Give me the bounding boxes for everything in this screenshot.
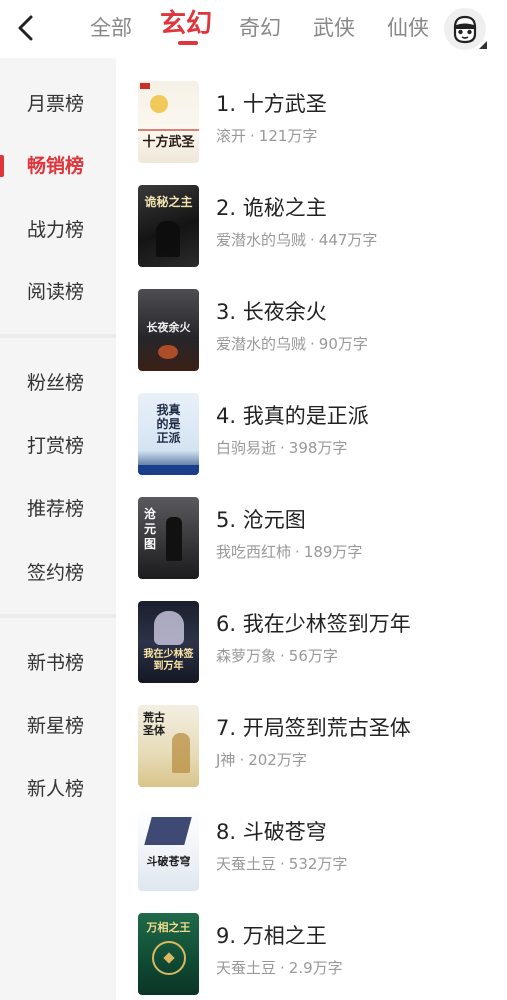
book-title: 4. 我真的是正派 [216,404,369,428]
book-word-count: 447万字 [318,231,378,249]
cover-title-text: 荒古圣体 [143,711,165,737]
book-cover: 荒古圣体 [138,705,199,787]
book-cover: 诡秘之主 [138,185,199,267]
book-author: 森萝万象 [216,647,277,665]
sidebar-divider [0,614,116,618]
sidebar-item-monthly-ticket[interactable]: 月票榜 [0,84,116,124]
avatar[interactable] [444,8,487,50]
book-title: 9. 万相之王 [216,924,327,948]
cover-title-text: 沧元图 [143,507,156,551]
cover-title-text: 我真的是正派 [156,403,181,445]
active-tab-underline [178,41,198,45]
cover-title-text: 斗破苍穹 [146,855,191,868]
user-avatar-icon [453,15,477,44]
sidebar-item-fans[interactable]: 粉丝榜 [0,363,116,403]
book-meta: 森萝万象 · 56万字 [216,645,338,666]
book-title: 8. 斗破苍穹 [216,820,327,844]
meta-separator: · [280,959,285,977]
sidebar-item-new-stars[interactable]: 新星榜 [0,706,116,746]
book-title: 2. 诡秘之主 [216,196,327,220]
book-item[interactable]: 我在少林签到万年 6. 我在少林签到万年 森萝万象 · 56万字 [116,578,507,683]
book-word-count: 121万字 [258,127,318,145]
cover-title-text: 万相之王 [146,921,191,934]
meta-separator: · [250,127,255,145]
book-item[interactable]: 十方武圣 1. 十方武圣 滚开 · 121万字 [116,58,507,163]
cover-title-text: 诡秘之主 [144,195,193,209]
meta-separator: · [310,231,315,249]
sidebar-item-power[interactable]: 战力榜 [0,210,116,250]
dropdown-corner-icon [479,41,487,49]
book-word-count: 398万字 [288,439,348,457]
book-title: 3. 长夜余火 [216,300,327,324]
book-title: 1. 十方武圣 [216,92,327,116]
book-cover: 我在少林签到万年 [138,601,199,683]
ranking-sidebar: 月票榜 畅销榜 战力榜 阅读榜 粉丝榜 打赏榜 推荐榜 签约榜 新书榜 新星榜 … [0,58,116,1000]
cover-title-text: 十方武圣 [142,135,195,150]
book-author: 爱潜水的乌贼 [216,335,307,353]
meta-separator: · [239,751,245,769]
meta-separator: · [280,439,285,457]
book-author: 爱潜水的乌贼 [216,231,307,249]
meta-separator: · [310,335,315,353]
book-author: 白驹易逝 [216,439,277,457]
book-item[interactable]: 沧元图 5. 沧元图 我吃西红柿 · 189万字 [116,474,507,579]
book-meta: 天蚕土豆 · 532万字 [216,853,347,874]
book-item[interactable]: 长夜余火 3. 长夜余火 爱潜水的乌贼 · 90万字 [116,266,507,371]
book-item[interactable]: 万相之王 9. 万相之王 天蚕土豆 · 2.9万字 [116,890,507,995]
back-button[interactable] [12,12,40,44]
book-item[interactable]: 诡秘之主 2. 诡秘之主 爱潜水的乌贼 · 447万字 [116,162,507,267]
book-word-count: 90万字 [318,335,368,353]
book-word-count: 532万字 [288,855,348,873]
book-meta: 爱潜水的乌贼 · 447万字 [216,229,377,250]
sidebar-item-newcomers[interactable]: 新人榜 [0,769,116,809]
book-author: J神 [216,751,236,769]
book-title: 7. 开局签到荒古圣体 [216,716,411,740]
cover-title-text: 长夜余火 [146,321,191,334]
top-nav-bar: 全部 玄幻 奇幻 武侠 仙侠 [0,0,507,58]
book-ranking-list: 十方武圣 1. 十方武圣 滚开 · 121万字 诡秘之主 2. 诡秘之主 爱潜水的乌… [116,58,507,1000]
meta-separator: · [280,855,285,873]
meta-separator: · [295,543,300,561]
tab-xuanhuan[interactable]: 玄幻 [160,8,212,40]
book-meta: J神 · 202万字 [216,749,307,770]
book-author: 天蚕土豆 [216,855,277,873]
cover-title-text: 我在少林签到万年 [143,649,194,672]
book-word-count: 202万字 [248,751,307,769]
book-cover: 长夜余火 [138,289,199,371]
book-meta: 滚开 · 121万字 [216,125,317,146]
sidebar-item-reading[interactable]: 阅读榜 [0,272,116,312]
sidebar-item-bestseller[interactable]: 畅销榜 [0,146,116,186]
book-meta: 白驹易逝 · 398万字 [216,437,347,458]
book-cover: 沧元图 [138,497,199,579]
book-title: 5. 沧元图 [216,508,306,532]
book-meta: 天蚕土豆 · 2.9万字 [216,957,343,978]
sidebar-item-tips[interactable]: 打赏榜 [0,426,116,466]
chevron-left-icon [18,15,33,41]
tab-xianxia[interactable]: 仙侠 [387,12,429,44]
tab-qihuan[interactable]: 奇幻 [239,12,281,44]
book-title: 6. 我在少林签到万年 [216,612,411,636]
book-item[interactable]: 我真的是正派 4. 我真的是正派 白驹易逝 · 398万字 [116,370,507,475]
book-cover: 万相之王 [138,913,199,995]
book-cover: 十方武圣 [138,81,199,163]
book-word-count: 56万字 [288,647,338,665]
book-author: 天蚕土豆 [216,959,277,977]
book-cover: 斗破苍穹 [138,809,199,891]
meta-separator: · [280,647,285,665]
book-item[interactable]: 斗破苍穹 8. 斗破苍穹 天蚕土豆 · 532万字 [116,786,507,891]
book-author: 我吃西红柿 [216,543,292,561]
sidebar-item-new-books[interactable]: 新书榜 [0,643,116,683]
book-item[interactable]: 荒古圣体 7. 开局签到荒古圣体 J神 · 202万字 [116,682,507,787]
book-cover: 我真的是正派 [138,393,199,475]
book-word-count: 2.9万字 [288,959,343,977]
tab-all[interactable]: 全部 [90,12,132,44]
book-meta: 我吃西红柿 · 189万字 [216,541,362,562]
sidebar-item-recommend[interactable]: 推荐榜 [0,489,116,529]
book-author: 滚开 [216,127,247,145]
book-meta: 爱潜水的乌贼 · 90万字 [216,333,368,354]
sidebar-divider [0,334,116,338]
tab-wuxia[interactable]: 武侠 [313,12,355,44]
sidebar-item-signed[interactable]: 签约榜 [0,553,116,593]
book-word-count: 189万字 [303,543,363,561]
